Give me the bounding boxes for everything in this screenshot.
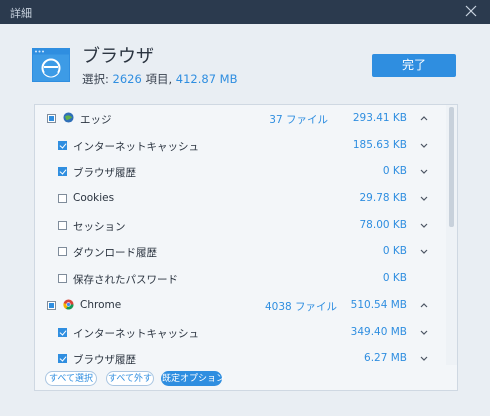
category-row[interactable]: 保存されたパスワード 0 KB [35,265,445,292]
size-value: 29.78 KB [359,192,408,205]
row-label: ブラウザ履歴 [73,354,136,365]
row-label: エッジ [80,114,112,126]
row-label: セッション [73,220,126,233]
row-label: インターネットキャッシュ [73,140,199,153]
browser-group-row[interactable]: エッジ 37 ファイル 293.41 KB [35,105,445,132]
category-row[interactable]: インターネットキャッシュ 349.40 MB [35,319,445,346]
file-count: 4038 ファイル [265,300,338,313]
checkbox[interactable] [58,140,67,150]
window-title: 詳細 [10,7,32,20]
chrome-icon [63,299,74,310]
category-row[interactable]: ブラウザ履歴 6.27 MB [35,345,445,365]
checkbox[interactable] [58,354,67,364]
checkbox[interactable] [47,300,56,310]
chevron-up-icon[interactable] [419,300,429,308]
page-title: ブラウザ [82,46,154,67]
size-value: 0 KB [382,272,407,285]
row-label: Cookies [73,192,115,205]
size-value: 0 KB [382,165,407,178]
browser-window-icon [32,48,70,82]
row-label: 保存されたパスワード [73,274,178,287]
title-bar: 詳細 [0,0,490,24]
details-panel: エッジ 37 ファイル 293.41 KB インターネットキャッシュ 185.63 KB… [34,104,458,391]
item-count: 2626 [112,72,142,86]
category-row[interactable]: ダウンロード履歴 0 KB [35,238,445,265]
category-row[interactable]: ブラウザ履歴 0 KB [35,158,445,185]
row-label: ダウンロード履歴 [73,247,157,260]
size-value: 6.27 MB [364,352,407,365]
chevron-down-icon[interactable] [419,327,429,335]
select-all-button[interactable]: すべて選択 [45,371,97,386]
size-value: 510.54 MB [350,298,407,311]
row-label: インターネットキャッシュ [73,327,199,340]
chevron-down-icon[interactable] [419,166,429,175]
category-row[interactable]: Cookies 29.78 KB [35,185,445,212]
item-list: エッジ 37 ファイル 293.41 KB インターネットキャッシュ 185.63 KB… [35,105,445,365]
checkbox[interactable] [47,114,56,123]
checkbox[interactable] [58,274,67,284]
category-row[interactable]: セッション 78.00 KB [35,212,445,239]
size-value: 78.00 KB [359,218,408,231]
size-value: 185.63 KB [352,138,407,151]
close-icon[interactable] [464,4,478,18]
chevron-down-icon[interactable] [419,193,429,201]
edge-globe-icon [63,112,74,123]
checkbox[interactable] [58,327,67,337]
selection-label: 選択: [82,72,113,86]
checkbox[interactable] [58,167,67,177]
size-value: 349.40 MB [350,325,407,338]
default-options-button[interactable]: 既定オプション [161,371,225,386]
items-label: 項目, [141,72,176,86]
chevron-down-icon[interactable] [419,220,429,228]
row-label: Chrome [80,298,122,311]
scrollbar-thumb[interactable] [449,107,454,227]
chevron-up-icon[interactable] [419,113,429,121]
browser-group-row[interactable]: Chrome 4038 ファイル 510.54 MB [35,292,445,319]
chevron-down-icon[interactable] [419,353,429,362]
done-button[interactable]: 完了 [372,54,456,77]
selection-summary: 選択: 2626 項目, 412.87 MB [82,71,238,87]
row-label: ブラウザ履歴 [73,167,136,180]
chevron-down-icon[interactable] [419,140,429,148]
total-size: 412.87 MB [175,72,238,86]
size-value: 293.41 KB [352,112,407,124]
chevron-down-icon[interactable] [419,246,429,255]
panel-footer: すべて選択 すべて外す 既定オプション [35,365,457,390]
checkbox[interactable] [58,220,67,230]
file-count: 37 ファイル [269,114,328,126]
checkbox[interactable] [58,247,67,257]
size-value: 0 KB [382,245,407,258]
deselect-all-button[interactable]: すべて外す [106,371,154,386]
checkbox[interactable] [58,194,67,204]
category-row[interactable]: インターネットキャッシュ 185.63 KB [35,132,445,159]
